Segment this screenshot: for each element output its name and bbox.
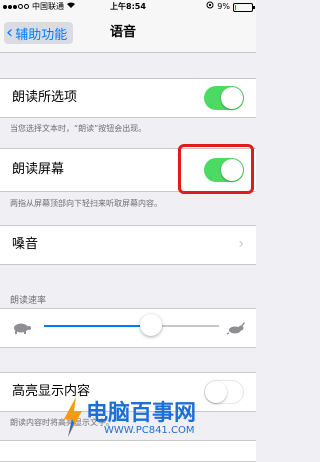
back-button[interactable]: ‹ 辅助功能 bbox=[4, 22, 74, 44]
speak-selection-row[interactable]: 朗读所选项 bbox=[0, 78, 256, 118]
speaking-rate-row bbox=[0, 308, 256, 348]
hare-icon bbox=[226, 320, 246, 339]
back-button-label: 辅助功能 bbox=[15, 27, 68, 43]
page-title: 语音 bbox=[110, 25, 137, 40]
speak-selection-label: 朗读所选项 bbox=[12, 90, 78, 105]
watermark-title: 电脑百事网 bbox=[86, 401, 197, 426]
voices-row[interactable]: 嗓音 › bbox=[0, 225, 256, 265]
chevron-left-icon: ‹ bbox=[6, 22, 14, 43]
speak-screen-label: 朗读屏幕 bbox=[12, 162, 65, 177]
navigation-bar: ‹ 辅助功能 语音 bbox=[0, 14, 256, 53]
switch-knob bbox=[221, 87, 243, 109]
speak-screen-footer: 两指从屏幕顶部向下轻扫来听取屏幕内容。 bbox=[10, 199, 162, 208]
battery-percent: 9% bbox=[217, 2, 230, 11]
speaking-rate-header: 朗读速率 bbox=[10, 296, 47, 306]
orientation-lock-icon bbox=[206, 0, 214, 14]
speak-selection-switch[interactable] bbox=[204, 86, 244, 110]
tortoise-icon bbox=[12, 320, 32, 339]
speak-selection-footer: 当您选择文本时，“朗读”按钮会出现。 bbox=[10, 124, 147, 133]
slider-thumb[interactable] bbox=[139, 314, 162, 336]
watermark: 电脑百事网 WWW.PC841.COM bbox=[62, 395, 252, 445]
watermark-logo bbox=[62, 397, 84, 441]
status-bar: 中国联通 上午8:54 9% bbox=[0, 0, 256, 14]
battery-icon bbox=[233, 2, 255, 12]
slider-fill bbox=[44, 325, 151, 327]
status-right: 9% bbox=[206, 0, 255, 14]
speaking-rate-slider[interactable] bbox=[44, 314, 219, 336]
chevron-right-icon: › bbox=[238, 236, 244, 252]
voices-label: 嗓音 bbox=[12, 237, 39, 252]
highlight-annotation bbox=[178, 144, 254, 194]
watermark-url: WWW.PC841.COM bbox=[104, 425, 195, 436]
